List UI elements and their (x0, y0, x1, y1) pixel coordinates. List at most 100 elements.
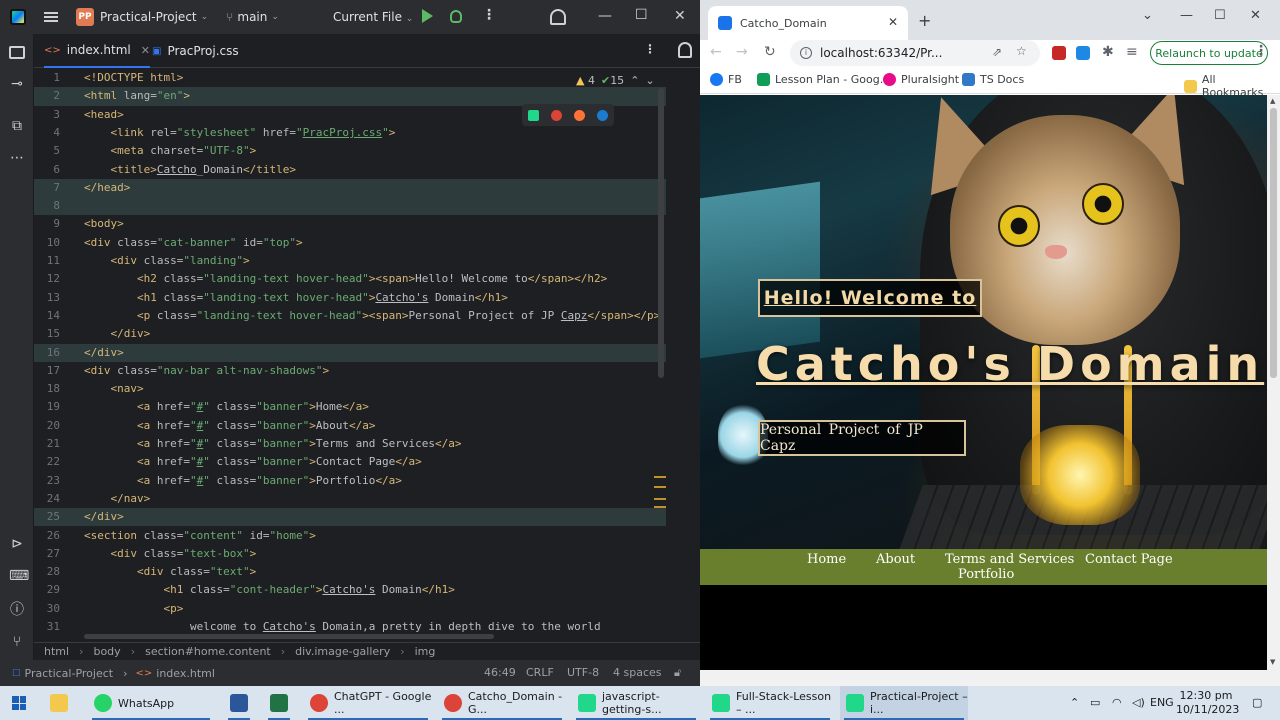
code-line[interactable]: 30 <p> (34, 600, 666, 618)
commit-icon[interactable]: ⊸ (9, 76, 25, 92)
code-line[interactable]: 18 <nav> (34, 380, 666, 398)
breadcrumb-item[interactable]: img (415, 645, 436, 658)
code-line[interactable]: 23 <a href="#" class="banner">Portfolio<… (34, 472, 666, 490)
chrome-icon[interactable] (551, 109, 562, 121)
notifications-icon[interactable] (678, 42, 692, 58)
code-line[interactable]: 25 </div> (34, 508, 666, 527)
tab-index-html[interactable]: <> index.html ✕ (44, 34, 150, 68)
taskbar-whatsapp[interactable]: WhatsApp (88, 686, 214, 720)
code-line[interactable]: 11 <div class="landing"> (34, 252, 666, 270)
chrome-menu-icon[interactable]: ⋮ (1254, 43, 1268, 59)
close-tab-icon[interactable]: ✕ (888, 15, 898, 29)
next-highlight-icon[interactable]: ⌄ (645, 74, 654, 87)
structure-icon[interactable]: ⧉ (9, 118, 25, 134)
branch-name[interactable]: main (237, 10, 267, 24)
chevron-down-icon[interactable]: ⌄ (271, 12, 279, 22)
code-line[interactable]: 16 </div> (34, 343, 666, 362)
chevron-down-icon[interactable]: ⌄ (201, 12, 209, 22)
volume-icon[interactable]: ◁) (1132, 696, 1145, 709)
code-line[interactable]: 21 <a href="#" class="banner">Terms and … (34, 435, 666, 453)
reload-icon[interactable]: ↻ (764, 44, 776, 60)
taskbar-excel[interactable] (264, 686, 294, 720)
firefox-icon[interactable] (574, 109, 585, 121)
taskbar-chatgpt[interactable]: ChatGPT - Google ... (304, 686, 432, 720)
taskbar-file-explorer[interactable] (50, 686, 74, 720)
terminal-icon[interactable]: ⌨ (9, 568, 29, 584)
close-icon[interactable]: ✕ (674, 8, 686, 24)
site-info-icon[interactable]: i (800, 47, 812, 59)
close-tab-icon[interactable]: ✕ (141, 44, 150, 57)
run-config-selector[interactable]: Current File ⌄ (333, 10, 413, 24)
forward-icon[interactable]: → (736, 44, 748, 60)
breadcrumb-item[interactable]: section#home.content (145, 645, 271, 658)
code-line[interactable]: 14 <p class="landing-text hover-head"><s… (34, 307, 666, 325)
edge-icon[interactable] (597, 109, 608, 121)
previous-highlight-icon[interactable]: ⌃ (630, 74, 639, 87)
file-encoding[interactable]: UTF-8 (567, 666, 599, 679)
status-project[interactable]: Practical-Project (25, 667, 114, 680)
services-icon[interactable]: ⊳ (9, 536, 25, 552)
wifi-icon[interactable]: ◠ (1112, 696, 1122, 709)
nav-link-portfolio[interactable]: Portfolio (958, 567, 1014, 582)
code-line[interactable]: 22 <a href="#" class="banner">Contact Pa… (34, 453, 666, 471)
nav-link-contact[interactable]: Contact Page (1085, 552, 1173, 567)
editor-horizontal-scrollbar[interactable] (84, 634, 494, 639)
code-line[interactable]: 26 <section class="content" id="home"> (34, 527, 666, 545)
git-icon[interactable]: ⑂ (9, 634, 25, 650)
code-line[interactable]: 9 <body> (34, 215, 666, 233)
minimize-icon[interactable]: — (598, 8, 612, 24)
editor-vertical-scrollbar[interactable] (658, 88, 664, 378)
code-line[interactable]: 12 <h2 class="landing-text hover-head"><… (34, 270, 666, 288)
code-line[interactable]: 7 </head> (34, 178, 666, 198)
landing-subtitle[interactable]: Personal Project of JP Capz (758, 420, 966, 456)
address-bar[interactable]: i localhost:63342/Pr... ⇗ ☆ (790, 40, 1040, 66)
minimize-icon[interactable]: — (1180, 8, 1193, 23)
tab-search-icon[interactable]: ⌄ (1142, 8, 1153, 23)
bookmark-ts-docs[interactable]: TS Docs (962, 73, 1024, 86)
code-line[interactable]: 2 <html lang="en"> (34, 87, 666, 106)
reading-list-icon[interactable]: ≡ (1126, 44, 1138, 60)
maximize-icon[interactable]: ☐ (635, 7, 648, 23)
scrollbar-thumb[interactable] (1270, 108, 1277, 378)
battery-icon[interactable]: ▭ (1090, 696, 1100, 709)
taskbar-full-stack-lesson[interactable]: Full-Stack-Lesson – ... (706, 686, 834, 720)
nav-link-about[interactable]: About (876, 552, 915, 567)
code-line[interactable]: 17 <div class="nav-bar alt-nav-shadows"> (34, 362, 666, 380)
cursor-position[interactable]: 46:49 (484, 666, 516, 679)
more-tools-icon[interactable]: ⋯ (9, 150, 25, 166)
code-line[interactable]: 5 <meta charset="UTF-8"> (34, 142, 666, 160)
bookmark-pluralsight[interactable]: Pluralsight (883, 73, 959, 86)
line-separator[interactable]: CRLF (526, 666, 554, 679)
scroll-down-icon[interactable]: ▼ (1270, 658, 1275, 666)
code-line[interactable]: 13 <h1 class="landing-text hover-head">C… (34, 289, 666, 307)
main-menu-icon[interactable] (44, 12, 58, 22)
windows-start-icon[interactable] (12, 696, 26, 710)
error-stripe-marks[interactable] (654, 476, 666, 508)
code-line[interactable]: 28 <div class="text"> (34, 563, 666, 581)
code-with-me-icon[interactable] (550, 9, 566, 25)
bookmark-lesson-plan[interactable]: Lesson Plan - Goog... (757, 73, 890, 86)
inspection-widget[interactable]: ▲ 4 ✔15 ⌃ ⌄ (576, 74, 655, 87)
close-icon[interactable]: ✕ (1250, 8, 1261, 23)
project-folder-icon[interactable] (9, 46, 25, 59)
tab-pracproj-css[interactable]: ▣ PracProj.css (152, 34, 239, 68)
code-line[interactable]: 1 <!DOCTYPE html> (34, 69, 666, 87)
landing-hello-heading[interactable]: Hello! Welcome to (758, 279, 982, 317)
landing-title[interactable]: Catcho's Domain (756, 337, 1264, 391)
code-line[interactable]: 8 (34, 197, 666, 216)
code-line[interactable]: 6 <title>Catcho_Domain</title> (34, 161, 666, 179)
debug-icon[interactable] (450, 10, 462, 23)
share-icon[interactable]: ⇗ (992, 45, 1002, 59)
notification-center-icon[interactable]: ▢ (1252, 696, 1262, 709)
extension-icon[interactable] (1076, 46, 1090, 60)
language-indicator[interactable]: ENG (1150, 696, 1174, 709)
code-line[interactable]: 10 <div class="cat-banner" id="top"> (34, 234, 666, 252)
code-line[interactable]: 24 </nav> (34, 490, 666, 508)
nav-link-home[interactable]: Home (807, 552, 846, 567)
puzzle-extensions-icon[interactable]: ✱ (1102, 44, 1114, 60)
bookmark-fb[interactable]: FB (710, 73, 742, 86)
nav-link-terms[interactable]: Terms and Services (945, 552, 1074, 567)
code-line[interactable]: 29 <h1 class="cont-header">Catcho's Doma… (34, 581, 666, 599)
relaunch-button[interactable]: Relaunch to update (1150, 41, 1268, 65)
project-badge[interactable]: PP (76, 8, 94, 26)
